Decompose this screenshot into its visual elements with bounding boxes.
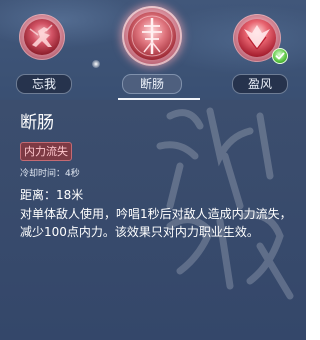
skill-description: 对单体敌人使用，吟唱1秒后对敌人造成内力流失，减少100点内力。该效果只对内力职… bbox=[20, 207, 292, 239]
martial-figure-icon bbox=[24, 19, 60, 55]
skill-cooldown: 冷却时间：4秒 bbox=[20, 169, 80, 179]
skill-icon-frame bbox=[19, 14, 65, 60]
skill-slot-duanchang[interactable]: 断肠 bbox=[108, 0, 198, 100]
sword-sigil-icon bbox=[128, 12, 176, 60]
wing-burst-icon bbox=[238, 19, 276, 57]
skill-distance: 距离：18米 bbox=[20, 188, 84, 202]
skill-slot-wangwo[interactable]: 忘我 bbox=[0, 0, 90, 100]
skill-name-label: 盈风 bbox=[232, 74, 288, 94]
skill-title: 断肠 bbox=[20, 113, 54, 133]
skill-icon-frame-selected bbox=[122, 6, 182, 66]
skill-name-label: 忘我 bbox=[16, 74, 72, 94]
sparkle-effect bbox=[92, 60, 100, 68]
skill-detail-screen: 忘我 断肠 盈风 断肠 内力流失 冷却时间：4秒 距离：18米 对单体敌人使用，… bbox=[0, 0, 306, 340]
skill-effect-tag: 内力流失 bbox=[20, 142, 72, 161]
skill-selector-row: 忘我 断肠 盈风 bbox=[0, 0, 306, 100]
equipped-check-icon bbox=[272, 48, 288, 64]
skill-slot-yingfeng[interactable]: 盈风 bbox=[216, 0, 306, 100]
skill-name-label: 断肠 bbox=[122, 74, 182, 94]
